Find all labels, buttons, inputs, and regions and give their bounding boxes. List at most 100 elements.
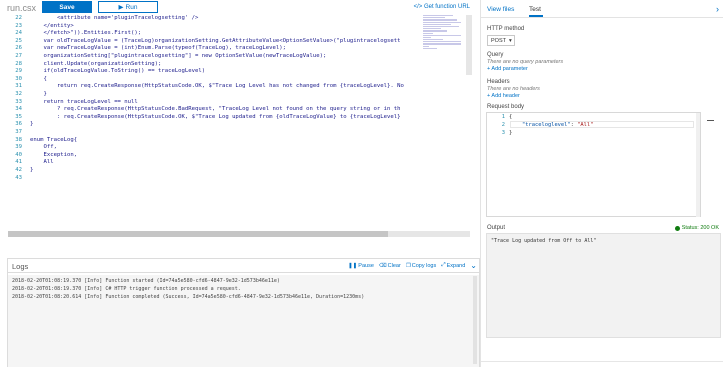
code-text: All xyxy=(30,159,54,166)
line-number: 37 xyxy=(15,129,22,135)
status-text: Status: 200 OK xyxy=(681,225,719,231)
http-method-select[interactable]: POST ▾ xyxy=(487,35,515,46)
code-line: 39 Off, xyxy=(0,144,410,152)
code-line: 38 enum TraceLog{ xyxy=(0,137,410,145)
active-tab-indicator xyxy=(529,15,543,17)
code-text: Off, xyxy=(30,144,57,151)
line-number: 23 xyxy=(15,22,22,29)
code-text: } xyxy=(30,121,34,128)
code-line: 22 <attribute name='pluginTracelogsettin… xyxy=(0,15,410,23)
divider xyxy=(481,361,723,362)
code-line: 29 if(oldTraceLogValue.ToString() == tra… xyxy=(0,68,410,76)
chevron-right-icon[interactable]: › xyxy=(716,4,719,14)
pause-icon: ❚❚ xyxy=(348,262,358,269)
logs-scrollbar[interactable] xyxy=(473,276,477,364)
request-body-scrollbar[interactable] xyxy=(696,113,700,217)
query-label: Query xyxy=(487,52,504,58)
log-line: 2018-02-20T01:08:19.370 [Info] C# HTTP t… xyxy=(12,286,241,292)
tab-test[interactable]: Test xyxy=(529,6,541,13)
line-number: 32 xyxy=(15,91,22,97)
code-text: return traceLogLevel == null xyxy=(30,98,138,105)
body-line: 3} xyxy=(487,130,513,136)
logs-actions: ❚❚ Pause ⌫ Clear ❐ Copy logs ⤢ Expand ⌄ xyxy=(348,261,477,270)
add-header-link[interactable]: + Add header xyxy=(487,93,520,99)
code-line: 23 </entity> xyxy=(0,23,410,31)
check-circle-icon xyxy=(674,225,680,231)
line-number: 33 xyxy=(15,98,22,105)
code-text: var oldTraceLogValue = (TraceLog)organiz… xyxy=(30,37,401,44)
expand-logs-button[interactable]: ⤢ Expand xyxy=(441,262,465,269)
status-badge: Status: 200 OK xyxy=(674,225,719,231)
code-text: </entity> xyxy=(30,22,74,29)
code-line: 31 return req.CreateResponse(HttpStatusC… xyxy=(0,83,410,91)
code-minimap[interactable] xyxy=(423,15,463,55)
line-number: 26 xyxy=(15,45,22,52)
code-text: : req.CreateResponse(HttpStatusCode.OK, … xyxy=(30,113,401,120)
body-text: } xyxy=(509,130,513,136)
expand-label: Expand xyxy=(446,262,466,269)
run-button-label: Run xyxy=(125,3,138,11)
add-parameter-link[interactable]: + Add parameter xyxy=(487,66,528,72)
panel-tabs: View files Test › xyxy=(481,0,723,18)
editor-horizontal-scroll-thumb[interactable] xyxy=(8,231,388,237)
line-number: 30 xyxy=(15,75,22,82)
http-method-value: POST xyxy=(491,37,506,44)
line-number: 31 xyxy=(15,83,22,90)
code-line: 35 : req.CreateResponse(HttpStatusCode.O… xyxy=(0,114,410,122)
play-icon: ▶ xyxy=(118,4,124,11)
clear-logs-button[interactable]: ⌫ Clear xyxy=(379,263,401,269)
request-body-editor[interactable]: 1{ 2 "traceloglevel": "All" 3} xyxy=(486,112,701,217)
editor-pane: run.csx Save ▶ Run </> Get function URL … xyxy=(0,0,480,367)
clear-label: Clear xyxy=(387,262,401,269)
code-line: 28 client.Update(organizationSetting); xyxy=(0,61,410,69)
output-box: "Trace Log updated from Off to All" xyxy=(486,233,721,338)
line-number: 22 xyxy=(15,15,22,21)
run-button[interactable]: ▶ Run xyxy=(98,1,158,13)
code-line: 40 Exception, xyxy=(0,152,410,160)
line-number: 25 xyxy=(15,37,22,44)
body-line: 1{ xyxy=(487,114,513,120)
body-line: 2 "traceloglevel": "All" xyxy=(487,122,594,128)
line-number: 40 xyxy=(15,151,22,158)
output-label: Output xyxy=(487,225,506,231)
code-text: } xyxy=(30,91,47,97)
overview-ruler-mark xyxy=(707,120,714,121)
logs-panel: Logs ❚❚ Pause ⌫ Clear ❐ Copy logs ⤢ Expa… xyxy=(7,258,480,367)
line-number: 2 xyxy=(501,122,505,128)
save-button[interactable]: Save xyxy=(42,1,92,13)
line-number: 41 xyxy=(15,159,22,166)
editor-vertical-scrollbar[interactable] xyxy=(466,15,472,75)
line-number: 3 xyxy=(501,130,505,136)
json-value: "All" xyxy=(577,122,594,128)
line-number: 42 xyxy=(15,167,22,173)
copy-logs-button[interactable]: ❐ Copy logs xyxy=(406,263,436,269)
tab-view-files[interactable]: View files xyxy=(487,6,514,13)
code-line: 37 xyxy=(0,129,410,137)
code-text: organizationSetting["plugintracelogsetti… xyxy=(30,53,327,59)
get-function-url-link[interactable]: </> Get function URL xyxy=(414,4,470,10)
line-number: 39 xyxy=(15,144,22,151)
code-text: { xyxy=(30,75,47,82)
code-text: } xyxy=(30,167,34,173)
output-text: "Trace Log updated from Off to All" xyxy=(491,238,597,244)
code-line: 33 return traceLogLevel == null xyxy=(0,99,410,107)
log-line: 2018-02-20T01:08:19.370 [Info] Function … xyxy=(12,278,280,284)
code-line: 27 organizationSetting["plugintracelogse… xyxy=(0,53,410,61)
file-name: run.csx xyxy=(7,3,37,13)
line-number: 29 xyxy=(15,68,22,75)
body-text: { xyxy=(509,114,513,120)
copy-icon: ❐ xyxy=(405,262,411,269)
json-key: "traceloglevel" xyxy=(521,122,571,128)
pause-logs-button[interactable]: ❚❚ Pause xyxy=(348,263,374,269)
line-number: 35 xyxy=(15,113,22,120)
line-number: 43 xyxy=(15,174,22,181)
code-line: 41 All xyxy=(0,159,410,167)
line-number: 27 xyxy=(15,53,22,59)
code-text: return req.CreateResponse(HttpStatusCode… xyxy=(30,83,404,90)
headers-label: Headers xyxy=(487,79,510,85)
code-editor[interactable]: 22 <attribute name='pluginTracelogsettin… xyxy=(0,15,474,241)
code-text: </fetch>")).Entities.First(); xyxy=(30,30,142,37)
collapse-chevron-icon[interactable]: ⌄ xyxy=(470,261,477,270)
line-number: 28 xyxy=(15,60,22,67)
request-body-label: Request body xyxy=(487,104,525,110)
